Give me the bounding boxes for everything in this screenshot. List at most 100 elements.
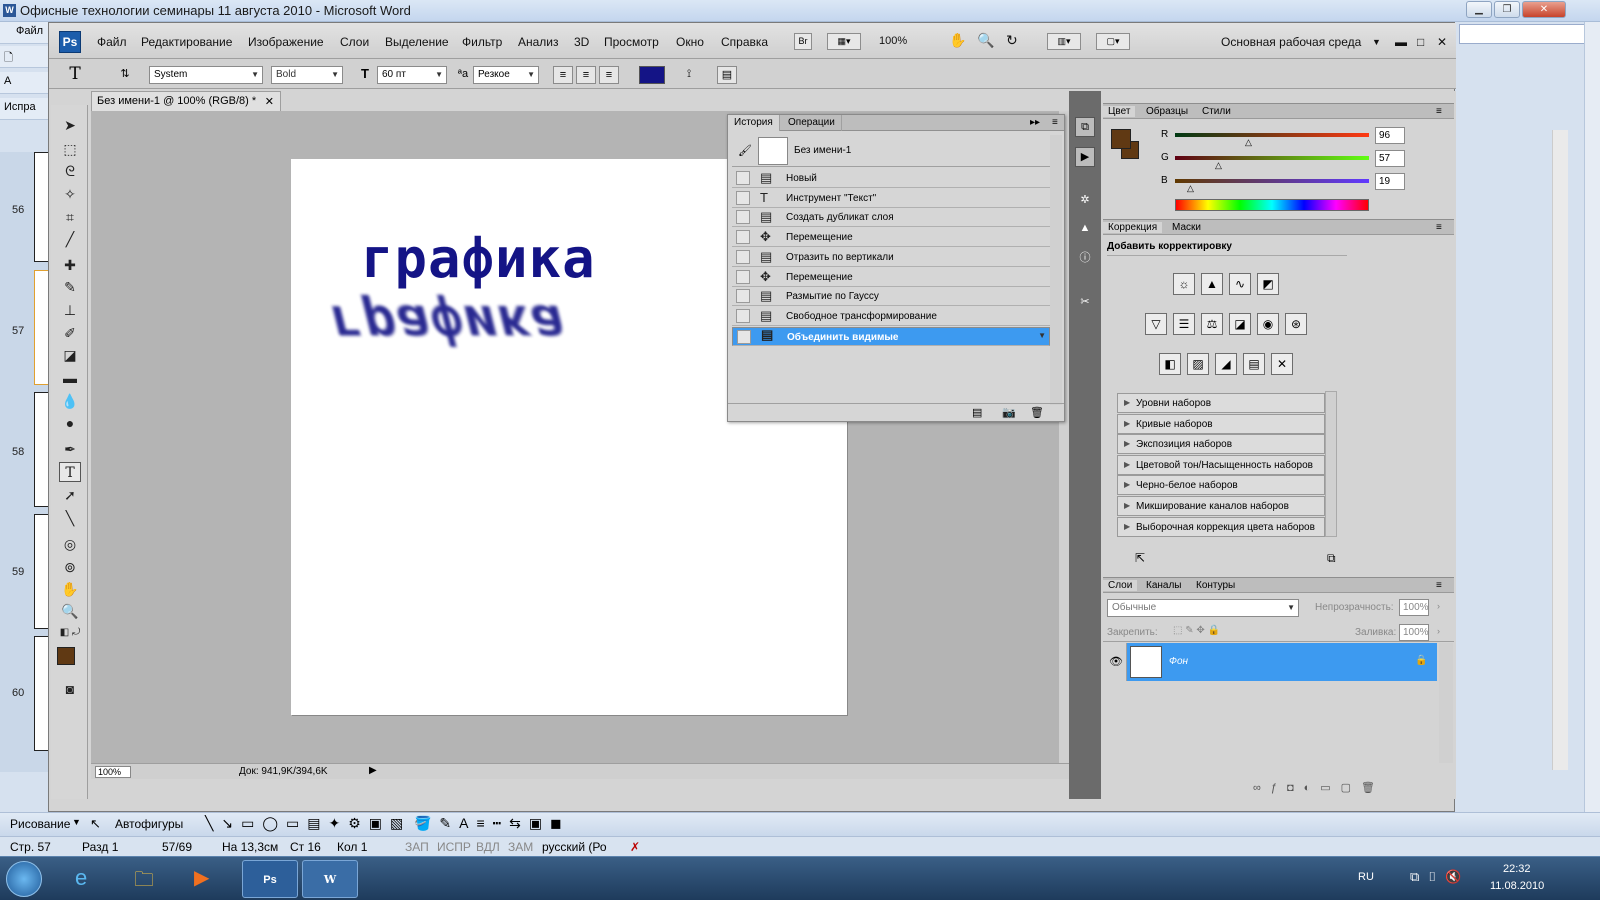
menu-analysis[interactable]: Анализ — [518, 35, 559, 49]
r-slider[interactable] — [1175, 133, 1369, 137]
status-trk[interactable]: ИСПР — [437, 840, 471, 854]
status-ext[interactable]: ВДЛ — [476, 840, 500, 854]
font-style-select[interactable]: Bold — [271, 66, 343, 84]
vibrance-icon[interactable]: ▽ — [1145, 313, 1167, 335]
zoom-level[interactable]: 100% — [879, 35, 907, 47]
photo-filter-icon[interactable]: ◉ — [1257, 313, 1279, 335]
history-menu-icon[interactable]: ≡ — [1046, 115, 1064, 131]
text-color-swatch[interactable] — [639, 66, 665, 84]
draw-format-icons[interactable]: 🪣✎A≡┅⇆▣◼ — [414, 815, 570, 832]
r-value[interactable]: 96 — [1375, 127, 1405, 144]
adjustment-preset[interactable]: Выборочная коррекция цвета наборов — [1117, 516, 1325, 537]
screen-mode-icon[interactable]: ▢▾ — [1096, 33, 1130, 50]
tab-swatches[interactable]: Образцы — [1141, 106, 1193, 117]
draw-menu[interactable]: Рисование — [10, 817, 70, 831]
g-slider-handle-icon[interactable]: △ — [1215, 160, 1222, 171]
clone-stamp-icon[interactable]: ⊥ — [59, 300, 81, 320]
presets-scrollbar[interactable] — [1325, 391, 1337, 537]
align-right-icon[interactable]: ≡ — [599, 66, 619, 84]
line-tool-icon[interactable]: ╲ — [59, 508, 81, 528]
color-spectrum-bar[interactable] — [1175, 199, 1369, 211]
layer-row-background[interactable]: Фон 🔒 — [1127, 643, 1437, 681]
workspace-switcher[interactable]: Основная рабочая среда — [1221, 35, 1361, 49]
taskbar-photoshop[interactable]: Ps — [242, 860, 298, 898]
b-slider[interactable] — [1175, 179, 1369, 183]
hand-tool-icon[interactable]: ✋ — [59, 579, 81, 599]
history-checkbox[interactable] — [736, 249, 750, 264]
ps-restore-icon[interactable]: □ — [1417, 35, 1424, 49]
history-dock-icon[interactable]: ⧉ — [1075, 117, 1095, 137]
document-tab[interactable]: Без имени-1 @ 100% (RGB/8) * ✕ — [91, 91, 281, 111]
new-document-from-state-icon[interactable]: ▤ — [972, 406, 982, 419]
menu-edit[interactable]: Редактирование — [141, 35, 232, 49]
bridge-icon[interactable]: Br — [794, 33, 812, 50]
tab-layers[interactable]: Слои — [1103, 580, 1138, 591]
ps-minimize-icon[interactable]: ▬ — [1395, 35, 1407, 49]
path-selection-icon[interactable]: ➚ — [59, 485, 81, 505]
type-tool-icon[interactable]: T — [59, 462, 81, 482]
eyedropper-icon[interactable]: ╱ — [59, 229, 81, 249]
opacity-arrow-icon[interactable]: › — [1437, 601, 1440, 611]
rotate-view-icon[interactable]: ↻ — [1006, 32, 1018, 49]
select-objects-icon[interactable]: ↖ — [90, 816, 101, 832]
tab-masks[interactable]: Маски — [1167, 222, 1206, 233]
workspace-dropdown-icon[interactable]: ▼ — [1372, 37, 1381, 47]
ps-close-icon[interactable]: ✕ — [1437, 35, 1447, 49]
align-center-icon[interactable]: ≡ — [576, 66, 596, 84]
menu-help[interactable]: Справка — [721, 35, 768, 49]
menu-select[interactable]: Выделение — [385, 35, 449, 49]
actions-dock-icon[interactable]: ▶ — [1075, 147, 1095, 167]
adjustment-preset[interactable]: Цветовой тон/Насыщенность наборов — [1117, 454, 1325, 475]
lock-icons[interactable]: ⬚ ✎ ✥ 🔒 — [1173, 625, 1220, 636]
histogram-dock-icon[interactable]: ▲ — [1075, 219, 1095, 239]
ie-icon[interactable]: e — [75, 865, 87, 891]
quick-mask-icon[interactable]: ◙ — [59, 679, 81, 699]
history-item[interactable]: ▤ Создать дубликат слоя — [732, 208, 1050, 228]
history-checkbox[interactable] — [737, 329, 751, 344]
tab-channels[interactable]: Каналы — [1141, 580, 1187, 591]
tab-adjustments[interactable]: Коррекция — [1103, 222, 1163, 233]
history-brush-icon[interactable]: ✐ — [59, 323, 81, 343]
tab-paths[interactable]: Контуры — [1191, 580, 1240, 591]
arrange-icon[interactable]: ▥▾ — [1047, 33, 1081, 50]
b-value[interactable]: 19 — [1375, 173, 1405, 190]
threshold-icon[interactable]: ◢ — [1215, 353, 1237, 375]
history-checkbox[interactable] — [736, 289, 750, 304]
hand-icon[interactable]: ✋ — [949, 32, 966, 49]
restore-icon[interactable]: ❐ — [1494, 1, 1520, 18]
word-file-tab[interactable]: Файл — [0, 22, 48, 44]
pen-tool-icon[interactable]: ✒ — [59, 439, 81, 459]
navigator-dock-icon[interactable]: ✲ — [1075, 191, 1095, 211]
history-collapse-icon[interactable]: ▸▸ — [1024, 115, 1046, 131]
menu-layers[interactable]: Слои — [340, 35, 369, 49]
g-slider[interactable] — [1175, 156, 1369, 160]
clip-to-layer-icon[interactable]: ⧉ — [1327, 551, 1336, 566]
word-vertical-scrollbar[interactable] — [1552, 130, 1568, 770]
word-fix-tab[interactable]: Испра — [0, 98, 48, 120]
invert-icon[interactable]: ◧ — [1159, 353, 1181, 375]
correction-menu-icon[interactable]: ≡ — [1431, 222, 1447, 233]
history-scrollbar[interactable] — [1050, 135, 1062, 405]
layer-name[interactable]: Фон — [1169, 656, 1188, 667]
media-player-icon[interactable]: ▶ — [194, 865, 209, 890]
r-slider-handle-icon[interactable]: △ — [1245, 137, 1252, 148]
adjustment-preset[interactable]: Экспозиция наборов — [1117, 434, 1325, 455]
menu-filter[interactable]: Фильтр — [462, 35, 502, 49]
fill-value[interactable]: 100% — [1399, 624, 1429, 641]
tool-presets-dock-icon[interactable]: ✂ — [1075, 293, 1095, 313]
tab-styles[interactable]: Стили — [1197, 106, 1236, 117]
move-tool-icon[interactable]: ➤ — [59, 115, 81, 135]
3d-orbit-icon[interactable]: ⊚ — [59, 557, 81, 577]
hue-saturation-icon[interactable]: ☰ — [1173, 313, 1195, 335]
history-item[interactable]: ▤ Отразить по вертикали — [732, 248, 1050, 267]
tab-actions[interactable]: Операции — [782, 115, 842, 131]
status-rec[interactable]: ЗАП — [405, 840, 429, 854]
layers-scrollbar[interactable] — [1439, 643, 1453, 763]
taskbar-word[interactable]: W — [302, 860, 358, 898]
history-checkbox[interactable] — [736, 210, 750, 225]
dodge-tool-icon[interactable]: ● — [59, 413, 81, 433]
adjustment-preset[interactable]: Микширование каналов наборов — [1117, 496, 1325, 516]
history-checkbox[interactable] — [736, 230, 750, 245]
selective-color-icon[interactable]: ✕ — [1271, 353, 1293, 375]
adjustment-preset[interactable]: Черно-белое наборов — [1117, 475, 1325, 496]
